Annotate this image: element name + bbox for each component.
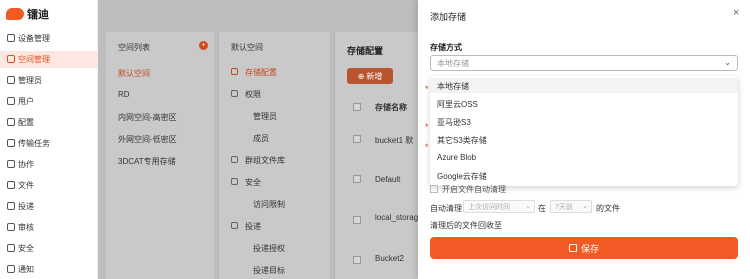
- space-item-default[interactable]: 默认空间: [118, 68, 150, 79]
- collab-icon: [7, 160, 15, 168]
- new-storage-button[interactable]: ⊕ 新增: [347, 68, 393, 84]
- required-mark: *: [425, 142, 429, 152]
- add-storage-drawer: 添加存储 × 存储方式 本地存储 ⌄ 本地存储 阿里云OSS 亚马逊S3 其它S…: [418, 0, 750, 279]
- settings-item-delivery-auth[interactable]: 投递授权: [219, 240, 331, 256]
- option-amazon-s3[interactable]: 亚马逊S3: [437, 117, 471, 128]
- space-item-intranet[interactable]: 内网空间-高密区: [118, 112, 177, 123]
- nav-item-notify[interactable]: 通知: [0, 261, 98, 278]
- settings-item-delivery-target[interactable]: 投递目标: [219, 262, 331, 278]
- brand-name: 镭迪: [27, 9, 49, 21]
- space-item-3dcat[interactable]: 3DCAT专用存储: [118, 156, 176, 167]
- option-azure-blob[interactable]: Azure Blob: [437, 153, 476, 162]
- send-icon: [231, 222, 238, 229]
- chevron-down-icon: ⌄: [525, 203, 531, 210]
- column-header-name: 存储名称: [375, 103, 407, 112]
- settings-item-admins[interactable]: 管理员: [219, 108, 331, 124]
- nav-item-files[interactable]: 文件: [0, 177, 98, 194]
- table-row[interactable]: local_storage: [375, 213, 423, 222]
- row-checkbox[interactable]: [353, 216, 361, 224]
- plus-icon: ⊕: [357, 71, 365, 81]
- nav-item-collab[interactable]: 协作: [0, 156, 98, 173]
- nav-item-admins[interactable]: 管理员: [0, 72, 98, 89]
- file-icon: [7, 181, 15, 189]
- storage-method-label: 存储方式: [430, 43, 462, 52]
- storage-config-panel: 存储配置 ⊕ 新增 存储名称 bucket1 默 Default local_s…: [334, 32, 423, 279]
- folder-icon: [231, 156, 238, 163]
- space-item-rd[interactable]: RD: [118, 90, 130, 99]
- transfer-icon: [7, 139, 15, 147]
- option-google-cloud[interactable]: Google云存储: [437, 171, 487, 182]
- nav-item-config[interactable]: 配置: [0, 114, 98, 131]
- recycle-target-label: 清理后的文件回收至: [430, 221, 502, 230]
- auto-clean-label: 自动清理: [430, 204, 462, 213]
- settings-item-members[interactable]: 成员: [219, 130, 331, 146]
- nav-item-devices[interactable]: 设备管理: [0, 30, 98, 47]
- table-row[interactable]: Default: [375, 175, 400, 184]
- option-aliyun-oss[interactable]: 阿里云OSS: [437, 99, 478, 110]
- nav-item-delivery[interactable]: 投递: [0, 198, 98, 215]
- settings-item-permission[interactable]: 权限: [219, 86, 331, 102]
- option-other-s3[interactable]: 其它S3类存储: [437, 135, 487, 146]
- spaces-panel: 空间列表 + 默认空间 RD 内网空间-高密区 外网空间-低密区 3DCAT专用…: [106, 32, 214, 279]
- auto-clean-checkbox-label: 开启文件自动清理: [442, 185, 506, 194]
- space-settings-panel: 默认空间 存储配置 权限 管理员 成员 群组文件库 安全 访问限制 投递 投递授…: [218, 32, 330, 279]
- settings-item-group-library[interactable]: 群组文件库: [219, 152, 331, 168]
- auto-clean-checkbox[interactable]: [430, 185, 438, 193]
- user-icon: [7, 97, 15, 105]
- settings-item-access-limit[interactable]: 访问限制: [219, 196, 331, 212]
- nav-item-spaces[interactable]: 空间管理: [0, 51, 98, 68]
- space-item-extranet[interactable]: 外网空间-低密区: [118, 134, 177, 145]
- highlighted-option-bg: [430, 78, 738, 93]
- chevron-down-icon: ⌄: [582, 203, 588, 210]
- bell-icon: [7, 265, 15, 273]
- storage-title: 存储配置: [347, 46, 384, 56]
- nav-item-security[interactable]: 安全: [0, 240, 98, 257]
- settings-item-storage[interactable]: 存储配置: [219, 64, 331, 80]
- shield-icon: [231, 178, 238, 185]
- nav-item-audit[interactable]: 审核: [0, 219, 98, 236]
- row-checkbox[interactable]: [353, 135, 361, 143]
- shield-icon: [7, 244, 15, 252]
- close-icon[interactable]: ×: [733, 7, 739, 19]
- settings-title: 默认空间: [231, 43, 263, 52]
- settings-item-security[interactable]: 安全: [219, 174, 331, 190]
- admin-icon: [7, 76, 15, 84]
- option-local[interactable]: 本地存储: [437, 81, 469, 92]
- send-icon: [7, 202, 15, 210]
- list-icon: [7, 34, 15, 42]
- auto-clean-files-text: 的文件: [596, 204, 620, 213]
- audit-icon: [7, 223, 15, 231]
- brand-mark-icon: [6, 8, 24, 20]
- select-all-checkbox[interactable]: [353, 103, 361, 111]
- required-mark: *: [425, 84, 429, 94]
- row-checkbox[interactable]: [353, 175, 361, 183]
- sliders-icon: [7, 118, 15, 126]
- storage-method-dropdown: 本地存储 阿里云OSS 亚马逊S3 其它S3类存储 Azure Blob Goo…: [430, 76, 738, 186]
- auto-clean-period-select[interactable]: 7天前 ⌄: [550, 200, 592, 213]
- table-row[interactable]: Bucket2: [375, 254, 404, 263]
- auto-clean-condition-select[interactable]: 上次访问时间 ⌄: [463, 200, 535, 213]
- settings-item-delivery[interactable]: 投递: [219, 218, 331, 234]
- main-sidebar: 镭迪 设备管理 空间管理 管理员 用户 配置 传输任务 协作 文件 投递 审核 …: [0, 0, 98, 279]
- save-button[interactable]: 保存: [430, 237, 738, 259]
- nav-item-transfer[interactable]: 传输任务: [0, 135, 98, 152]
- globe-icon: [7, 55, 15, 63]
- required-mark: *: [425, 122, 429, 132]
- chevron-down-icon: ⌄: [724, 58, 731, 67]
- nav-item-users[interactable]: 用户: [0, 93, 98, 110]
- storage-method-placeholder: 本地存储: [437, 58, 469, 68]
- spaces-title: 空间列表: [118, 43, 150, 52]
- row-checkbox[interactable]: [353, 256, 361, 264]
- auto-clean-in-text: 在: [538, 204, 546, 213]
- storage-icon: [231, 68, 238, 75]
- storage-method-select[interactable]: 本地存储 ⌄: [430, 55, 738, 71]
- save-icon: [568, 244, 577, 252]
- lock-icon: [231, 90, 238, 97]
- drawer-title: 添加存储: [430, 12, 467, 22]
- brand-logo[interactable]: 镭迪: [6, 6, 49, 22]
- add-space-button[interactable]: +: [199, 41, 208, 50]
- table-row[interactable]: bucket1 默: [375, 135, 413, 146]
